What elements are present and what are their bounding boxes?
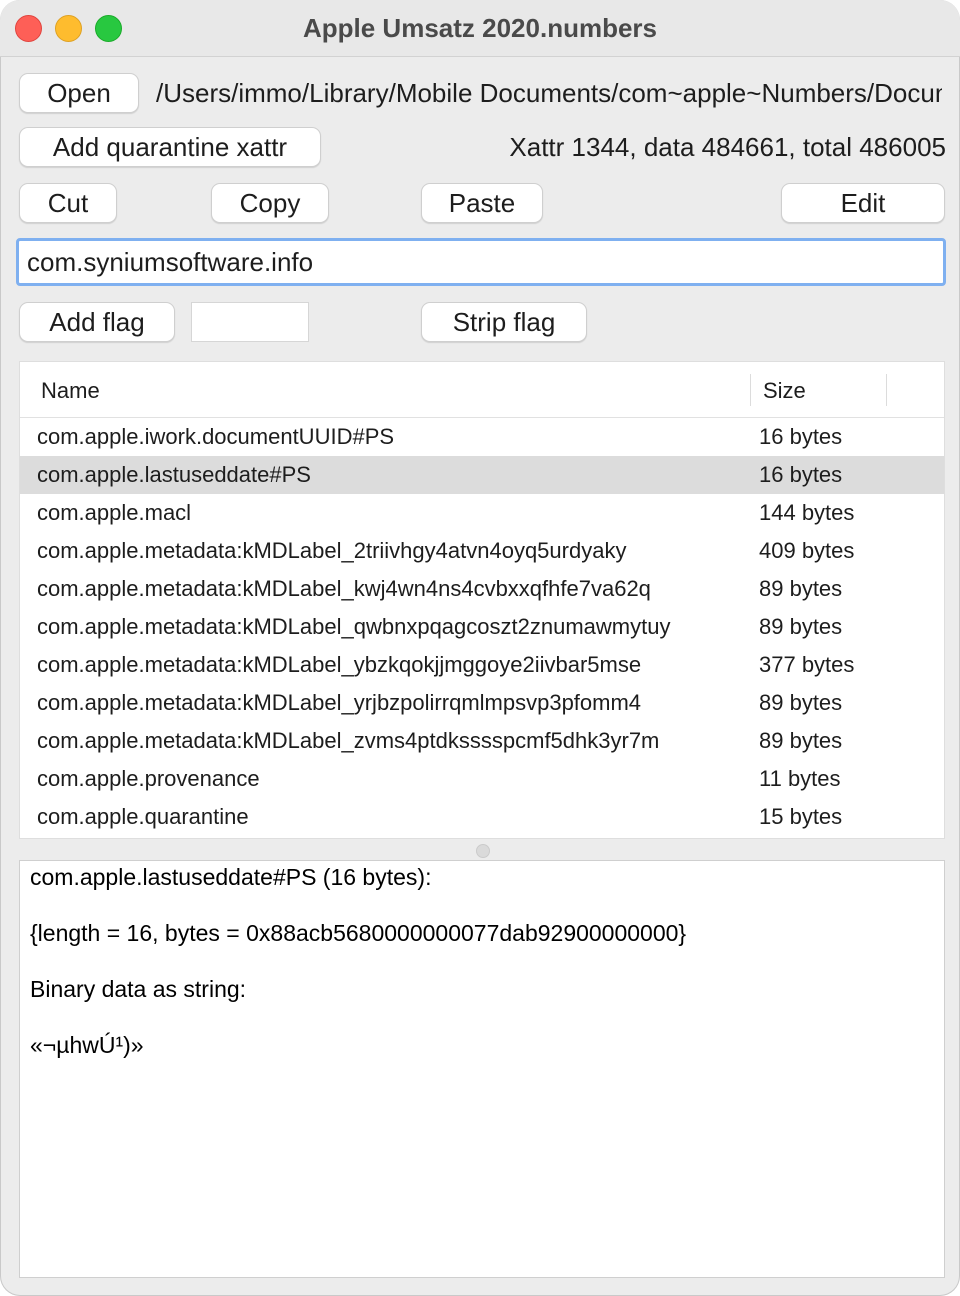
- xattr-name-input[interactable]: [16, 238, 946, 286]
- detail-string-value: «¬µhwÚ¹)»: [30, 1032, 144, 1058]
- xattr-name-cell: com.apple.provenance: [37, 766, 260, 791]
- table-row[interactable]: com.apple.macl 144 bytes: [20, 494, 944, 532]
- window-title: Apple Umsatz 2020.numbers: [302, 13, 657, 43]
- table-row[interactable]: com.apple.metadata:kMDLabel_ybzkqokjjmgg…: [20, 646, 944, 684]
- xattr-size-cell: 11 bytes: [759, 766, 841, 791]
- xattr-name-cell: com.apple.metadata:kMDLabel_qwbnxpqagcos…: [37, 614, 671, 639]
- paste-button[interactable]: Paste: [421, 183, 543, 223]
- xattr-size-cell: 89 bytes: [759, 576, 843, 601]
- xattr-name-cell: com.apple.metadata:kMDLabel_ybzkqokjjmgg…: [37, 652, 642, 677]
- flag-input[interactable]: [191, 302, 309, 342]
- open-button[interactable]: Open: [19, 73, 139, 113]
- title-bar: Apple Umsatz 2020.numbers: [0, 0, 960, 57]
- table-row[interactable]: com.apple.metadata:kMDLabel_yrjbzpolirrq…: [20, 684, 944, 722]
- xattr-size-cell: 16 bytes: [759, 462, 843, 487]
- column-header-size[interactable]: Size: [763, 378, 806, 404]
- column-divider[interactable]: [750, 374, 751, 406]
- add-quarantine-xattr-button[interactable]: Add quarantine xattr: [19, 127, 321, 167]
- table-header: Name Size: [20, 362, 944, 418]
- table-body: com.apple.iwork.documentUUID#PS 16 bytes…: [20, 418, 944, 836]
- xattr-size-cell: 16 bytes: [759, 424, 843, 449]
- edit-button[interactable]: Edit: [781, 183, 945, 223]
- split-view-divider[interactable]: [19, 840, 945, 860]
- detail-hex-value: {length = 16, bytes = 0x88acb56800000000…: [30, 920, 687, 946]
- table-row[interactable]: com.apple.metadata:kMDLabel_kwj4wn4ns4cv…: [20, 570, 944, 608]
- file-path-label: /Users/immo/Library/Mobile Documents/com…: [156, 78, 942, 108]
- app-window: Apple Umsatz 2020.numbers Open /Users/im…: [0, 0, 960, 1296]
- table-row[interactable]: com.apple.quarantine 15 bytes: [20, 798, 944, 836]
- xattr-size-cell: 89 bytes: [759, 728, 843, 753]
- xattr-size-cell: 409 bytes: [759, 538, 855, 563]
- xattr-size-cell: 89 bytes: [759, 614, 843, 639]
- xattr-detail-view[interactable]: com.apple.lastuseddate#PS (16 bytes): {l…: [19, 860, 945, 1278]
- xattr-name-cell: com.apple.metadata:kMDLabel_zvms4ptdksss…: [37, 728, 660, 753]
- xattr-name-cell: com.apple.macl: [37, 500, 192, 525]
- table-row[interactable]: com.apple.provenance 11 bytes: [20, 760, 944, 798]
- strip-flag-button[interactable]: Strip flag: [421, 302, 587, 342]
- xattr-table: Name Size com.apple.iwork.documentUUID#P…: [19, 361, 945, 839]
- xattr-name-cell: com.apple.metadata:kMDLabel_yrjbzpolirrq…: [37, 690, 642, 715]
- table-row[interactable]: com.apple.metadata:kMDLabel_qwbnxpqagcos…: [20, 608, 944, 646]
- xattr-name-cell: com.apple.iwork.documentUUID#PS: [37, 424, 395, 449]
- cut-button[interactable]: Cut: [19, 183, 117, 223]
- add-flag-button[interactable]: Add flag: [19, 302, 175, 342]
- table-row[interactable]: com.apple.metadata:kMDLabel_2triivhgy4at…: [20, 532, 944, 570]
- xattr-name-cell: com.apple.metadata:kMDLabel_kwj4wn4ns4cv…: [37, 576, 651, 601]
- xattr-name-cell: com.apple.lastuseddate#PS: [37, 462, 311, 487]
- xattr-size-cell: 144 bytes: [759, 500, 855, 525]
- xattr-stats-label: Xattr 1344, data 484661, total 486005: [509, 132, 946, 162]
- xattr-name-cell: com.apple.quarantine: [37, 804, 249, 829]
- xattr-size-cell: 89 bytes: [759, 690, 843, 715]
- detail-string-label: Binary data as string:: [30, 976, 247, 1002]
- detail-header: com.apple.lastuseddate#PS (16 bytes):: [30, 864, 432, 890]
- table-row[interactable]: com.apple.iwork.documentUUID#PS 16 bytes: [20, 418, 944, 456]
- table-row[interactable]: com.apple.metadata:kMDLabel_zvms4ptdksss…: [20, 722, 944, 760]
- xattr-size-cell: 377 bytes: [759, 652, 855, 677]
- column-divider[interactable]: [886, 374, 887, 406]
- table-row-selected[interactable]: com.apple.lastuseddate#PS 16 bytes: [20, 456, 944, 494]
- xattr-size-cell: 15 bytes: [759, 804, 843, 829]
- column-header-name[interactable]: Name: [41, 378, 100, 404]
- splitter-handle-icon[interactable]: [476, 844, 490, 858]
- xattr-name-cell: com.apple.metadata:kMDLabel_2triivhgy4at…: [37, 538, 627, 563]
- copy-button[interactable]: Copy: [211, 183, 329, 223]
